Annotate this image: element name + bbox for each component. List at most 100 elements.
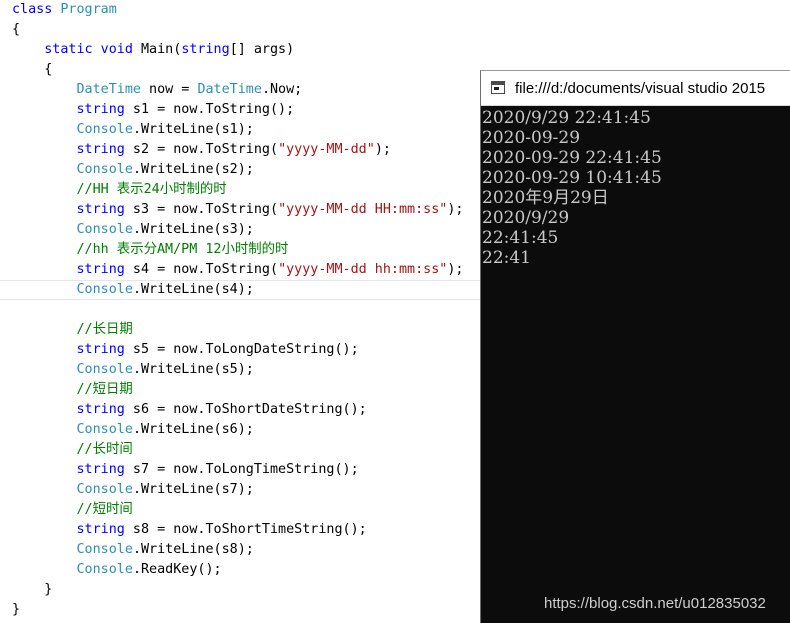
console-output-line: 22:41:45 <box>482 228 559 248</box>
code-token: s8 = now.ToShortTimeString(); <box>124 522 367 537</box>
code-token: //短时间 <box>76 502 133 517</box>
code-token: DateTime <box>76 82 142 97</box>
code-token: .Now; <box>261 82 303 97</box>
code-token: Console <box>76 542 133 557</box>
code-token: .WriteLine(s4); <box>132 282 254 297</box>
console-output: 2020/9/29 22:41:45 2020-09-29 2020-09-29 2… <box>481 107 790 623</box>
code-token: class <box>12 2 61 17</box>
code-token: .WriteLine(s1); <box>132 122 254 137</box>
code-token: .WriteLine(s3); <box>132 222 254 237</box>
code-token: string <box>76 522 125 537</box>
code-token: now = <box>141 82 198 97</box>
code-token: string <box>76 202 125 217</box>
code-token: .ReadKey(); <box>132 562 222 577</box>
console-output-line: 22:41 <box>482 248 531 268</box>
watermark: https://blog.csdn.net/u012835032 <box>544 595 766 612</box>
code-token: //长日期 <box>76 322 133 337</box>
code-token: ); <box>374 142 391 157</box>
code-line[interactable]: { <box>0 20 790 40</box>
console-output-line: 2020-09-29 22:41:45 <box>482 148 662 168</box>
code-token: s7 = now.ToLongTimeString(); <box>124 462 359 477</box>
code-token: } <box>12 582 53 597</box>
console-title: file:///d:/documents/visual studio 2015 <box>515 80 766 97</box>
code-token: Console <box>76 362 133 377</box>
console-output-line: 2020-09-29 <box>482 128 581 148</box>
code-token: .WriteLine(s7); <box>132 482 254 497</box>
code-token: ); <box>447 202 464 217</box>
code-token: s2 = now.ToString( <box>124 142 279 157</box>
code-token: Main( <box>141 42 182 57</box>
code-token: .WriteLine(s6); <box>132 422 254 437</box>
code-line[interactable]: static void Main(string[] args) <box>0 40 790 60</box>
code-token: { <box>12 62 53 77</box>
code-token: Console <box>76 122 133 137</box>
code-token: s6 = now.ToShortDateString(); <box>124 402 367 417</box>
console-output-line: 2020年9月29日 <box>482 188 609 208</box>
code-token: Console <box>76 282 133 297</box>
code-token: s3 = now.ToString( <box>124 202 279 217</box>
console-titlebar[interactable]: file:///d:/documents/visual studio 2015 <box>481 71 790 106</box>
code-token: "yyyy-MM-dd" <box>278 142 375 157</box>
code-token: DateTime <box>197 82 262 97</box>
code-token: { <box>12 22 21 37</box>
code-token: Console <box>76 482 133 497</box>
code-token: .WriteLine(s8); <box>132 542 254 557</box>
console-window-icon <box>491 81 505 94</box>
code-token: "yyyy-MM-dd hh:mm:ss" <box>278 262 448 277</box>
code-token: Console <box>76 222 133 237</box>
console-output-line: 2020/9/29 <box>482 208 570 228</box>
code-token: .WriteLine(s5); <box>132 362 254 377</box>
code-token: Console <box>76 422 133 437</box>
code-token: string <box>76 262 125 277</box>
code-token: s4 = now.ToString( <box>124 262 279 277</box>
code-token: string <box>76 402 125 417</box>
code-token: string <box>181 42 230 57</box>
code-token: Program <box>60 2 117 17</box>
code-token: s1 = now.ToString(); <box>124 102 295 117</box>
console-output-line: 2020/9/29 22:41:45 <box>482 108 651 128</box>
code-token: //长时间 <box>76 442 133 457</box>
code-token: //HH 表示24小时制的时 <box>76 182 227 197</box>
code-token: Console <box>76 162 133 177</box>
console-window[interactable]: file:///d:/documents/visual studio 2015 … <box>480 70 790 623</box>
code-token: s5 = now.ToLongDateString(); <box>124 342 359 357</box>
code-token: string <box>76 142 125 157</box>
code-token: string <box>76 462 125 477</box>
code-token: string <box>76 342 125 357</box>
code-token: .WriteLine(s2); <box>132 162 254 177</box>
screenshot-root: class Program{ static void Main(string[]… <box>0 0 790 623</box>
console-output-line: 2020-09-29 10:41:45 <box>482 168 662 188</box>
code-token: } <box>12 602 21 617</box>
code-token: ); <box>447 262 464 277</box>
code-token: //hh 表示分AM/PM 12小时制的时 <box>76 242 289 257</box>
code-token: static void <box>44 42 141 57</box>
code-token: Console <box>76 562 133 577</box>
code-token: string <box>76 102 125 117</box>
code-line[interactable]: class Program <box>0 0 790 20</box>
code-token: [] args) <box>229 42 295 57</box>
